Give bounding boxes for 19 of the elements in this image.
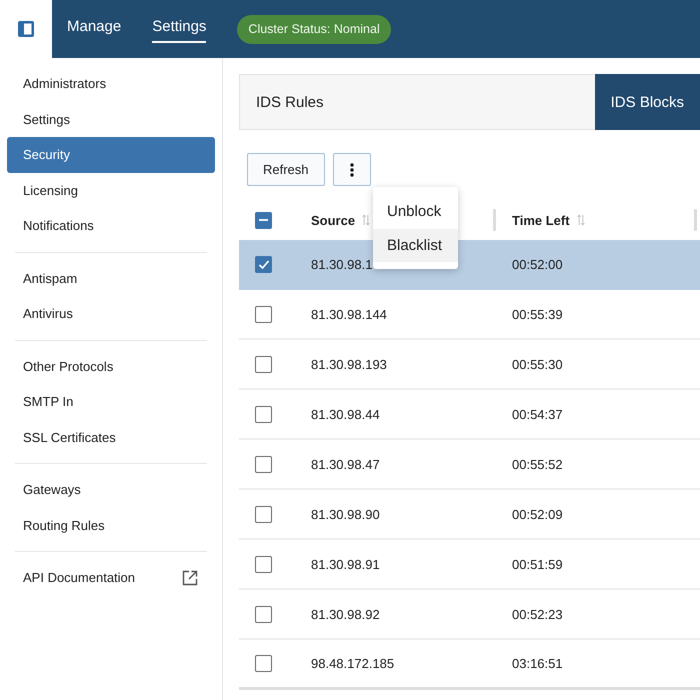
table-cell: 81.30.98.1 <box>311 256 372 272</box>
status-badge: Cluster Status: Nominal <box>237 14 391 44</box>
table-cell: 00:55:52 <box>512 456 563 472</box>
table-cell: 00:52:00 <box>512 256 563 272</box>
table-cell: 00:55:30 <box>512 356 563 372</box>
table-cell: 98.48.172.185 <box>311 656 394 671</box>
table-cell: 00:55:39 <box>512 306 563 322</box>
table-cell: 81.30.98.92 <box>311 606 380 622</box>
table-cell: 81.30.98.144 <box>311 306 387 322</box>
table-cell: 81.30.98.47 <box>311 456 380 472</box>
table-cell: 03:16:51 <box>512 656 563 671</box>
table-cell: 00:52:23 <box>512 606 563 622</box>
table-cell: 81.30.98.193 <box>311 356 387 372</box>
table-cell: 81.30.98.90 <box>311 506 380 522</box>
table-cell: 00:54:37 <box>512 406 563 422</box>
table-cell: 81.30.98.44 <box>311 406 380 422</box>
table-cell: 00:52:09 <box>512 506 563 522</box>
table-cell: 81.30.98.91 <box>311 556 380 572</box>
table-cell: 00:51:59 <box>512 556 563 572</box>
